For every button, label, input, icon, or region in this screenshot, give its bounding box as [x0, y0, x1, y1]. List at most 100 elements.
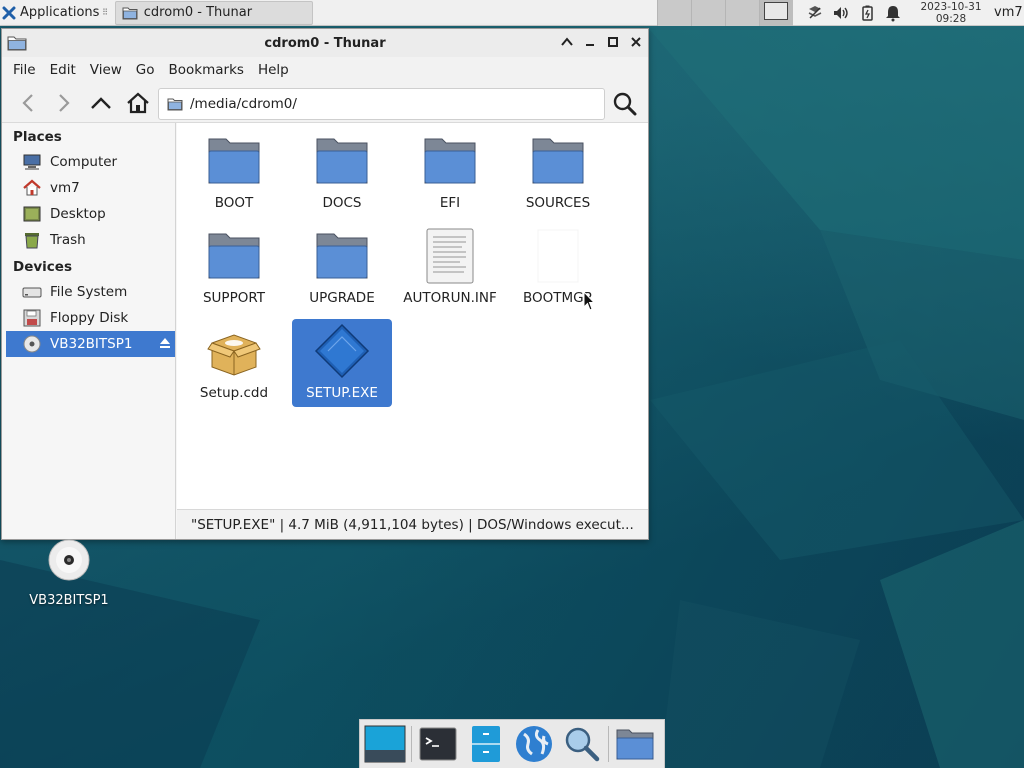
dock-terminal[interactable] — [416, 722, 460, 766]
file-item-autorun-inf[interactable]: AUTORUN.INF — [400, 224, 500, 310]
home-icon — [127, 92, 149, 114]
dock-show-desktop[interactable] — [363, 722, 407, 766]
workspace-2[interactable] — [691, 0, 725, 26]
battery-icon[interactable] — [858, 4, 876, 22]
file-cabinet-icon — [472, 726, 500, 762]
file-item-docs[interactable]: DOCS — [292, 129, 392, 215]
chevron-up-icon — [91, 97, 111, 109]
back-button[interactable] — [16, 91, 40, 115]
sidebar-item-label: File System — [50, 284, 128, 300]
panel-clock[interactable]: 2023-10-31 09:28 — [914, 1, 988, 25]
notification-bell-icon[interactable] — [884, 4, 902, 22]
search-button[interactable] — [612, 91, 638, 117]
chevron-right-icon — [59, 94, 70, 112]
close-button[interactable] — [629, 35, 642, 49]
file-name: SOURCES — [525, 195, 591, 211]
desktop-icon-vb32bitsp1[interactable]: VB32BITSP1 — [22, 538, 116, 608]
workspace-3[interactable] — [725, 0, 759, 26]
sidebar-item-trash[interactable]: Trash — [2, 227, 175, 253]
workspace-1[interactable] — [657, 0, 691, 26]
forward-button[interactable] — [52, 91, 76, 115]
sidebar-item-label: Computer — [50, 154, 118, 170]
sidebar-item-floppy-disk[interactable]: Floppy Disk — [2, 305, 175, 331]
text-file-icon — [426, 228, 474, 284]
thunar-window: cdrom0 - Thunar File Edit View Go Bookma… — [1, 28, 649, 540]
file-item-setup-exe[interactable]: SETUP.EXE — [292, 319, 392, 407]
dock-file-manager[interactable] — [464, 722, 508, 766]
terminal-icon — [419, 727, 457, 761]
dock-separator — [411, 726, 412, 762]
xfce-logo-icon — [2, 6, 16, 19]
sidebar-item-desktop[interactable]: Desktop — [2, 201, 175, 227]
file-item-upgrade[interactable]: UPGRADE — [292, 224, 392, 310]
folder-icon — [532, 138, 584, 184]
taskbar-button-thunar[interactable]: cdrom0 - Thunar — [114, 0, 313, 25]
file-item-support[interactable]: SUPPORT — [184, 224, 284, 310]
file-name: SUPPORT — [202, 290, 265, 306]
workspace-4[interactable] — [759, 0, 793, 26]
menu-help[interactable]: Help — [251, 62, 296, 78]
minimize-button[interactable] — [583, 35, 596, 49]
location-input[interactable] — [190, 96, 590, 112]
sidebar-item-label: VB32BITSP1 — [50, 336, 133, 352]
folder-icon — [616, 729, 654, 760]
file-name: BOOT — [214, 195, 254, 211]
clock-time: 09:28 — [935, 13, 967, 25]
floppy-icon — [22, 309, 42, 327]
window-titlebar[interactable]: cdrom0 - Thunar — [2, 29, 648, 57]
file-item-sources[interactable]: SOURCES — [508, 129, 608, 215]
sidebar-item-vm7[interactable]: vm7 — [2, 175, 175, 201]
menu-go[interactable]: Go — [129, 62, 162, 78]
menu-view[interactable]: View — [83, 62, 129, 78]
applications-menu-button[interactable]: Applications ⁝⁝ — [0, 0, 111, 26]
dock-web-browser[interactable] — [512, 722, 556, 766]
sidebar-item-label: Desktop — [50, 206, 106, 222]
folder-icon — [208, 138, 260, 184]
sidebar-item-label: vm7 — [50, 180, 80, 196]
eject-icon[interactable] — [158, 336, 172, 350]
sidebar-heading-places: Places — [13, 129, 62, 145]
user-menu[interactable]: vm7 — [994, 5, 1023, 20]
network-icon[interactable] — [806, 4, 824, 22]
dock-folder[interactable] — [613, 722, 657, 766]
shade-button[interactable] — [560, 35, 573, 49]
folder-icon — [167, 98, 183, 110]
file-item-boot[interactable]: BOOT — [184, 129, 284, 215]
folder-icon — [316, 233, 368, 279]
file-view: BOOT DOCS EFI SOURCES SUPPORT UPGRADE AU… — [177, 123, 648, 509]
executable-icon — [314, 323, 370, 379]
location-bar[interactable] — [158, 88, 605, 120]
toolbar — [2, 83, 648, 123]
optical-disc-icon — [48, 539, 90, 581]
file-name: AUTORUN.INF — [403, 290, 497, 306]
sidebar-item-label: Floppy Disk — [50, 310, 129, 326]
show-desktop-icon — [364, 725, 406, 763]
parent-folder-button[interactable] — [89, 91, 113, 115]
file-item-setup-cdd[interactable]: Setup.cdd — [184, 319, 284, 405]
sidebar-item-vb32bitsp1[interactable]: VB32BITSP1 — [6, 331, 175, 357]
desktop-icon — [22, 205, 42, 223]
file-name: DOCS — [322, 195, 362, 211]
sidebar-item-label: Trash — [50, 232, 86, 248]
maximize-button[interactable] — [606, 35, 619, 49]
workspace-switcher — [657, 0, 793, 26]
file-item-efi[interactable]: EFI — [400, 129, 500, 215]
file-name: UPGRADE — [309, 290, 375, 306]
globe-icon — [516, 726, 552, 762]
menu-file[interactable]: File — [6, 62, 43, 78]
file-name: SETUP.EXE — [306, 385, 378, 401]
top-panel: Applications ⁝⁝ cdrom0 - Thunar 2023-10-… — [0, 0, 1024, 26]
menu-edit[interactable]: Edit — [43, 62, 83, 78]
sidebar: Places Computer vm7 Desktop Trash Device… — [2, 123, 176, 539]
volume-icon[interactable] — [832, 4, 850, 22]
dock-app-finder[interactable] — [560, 722, 604, 766]
clock-date: 2023-10-31 — [920, 1, 982, 13]
folder-icon — [208, 233, 260, 279]
menu-bookmarks[interactable]: Bookmarks — [162, 62, 251, 78]
taskbar-button-label: cdrom0 - Thunar — [143, 5, 253, 20]
system-tray — [806, 0, 902, 26]
applications-label: Applications — [20, 5, 100, 20]
home-button[interactable] — [126, 91, 150, 115]
sidebar-item-computer[interactable]: Computer — [2, 149, 175, 175]
sidebar-item-file-system[interactable]: File System — [2, 279, 175, 305]
